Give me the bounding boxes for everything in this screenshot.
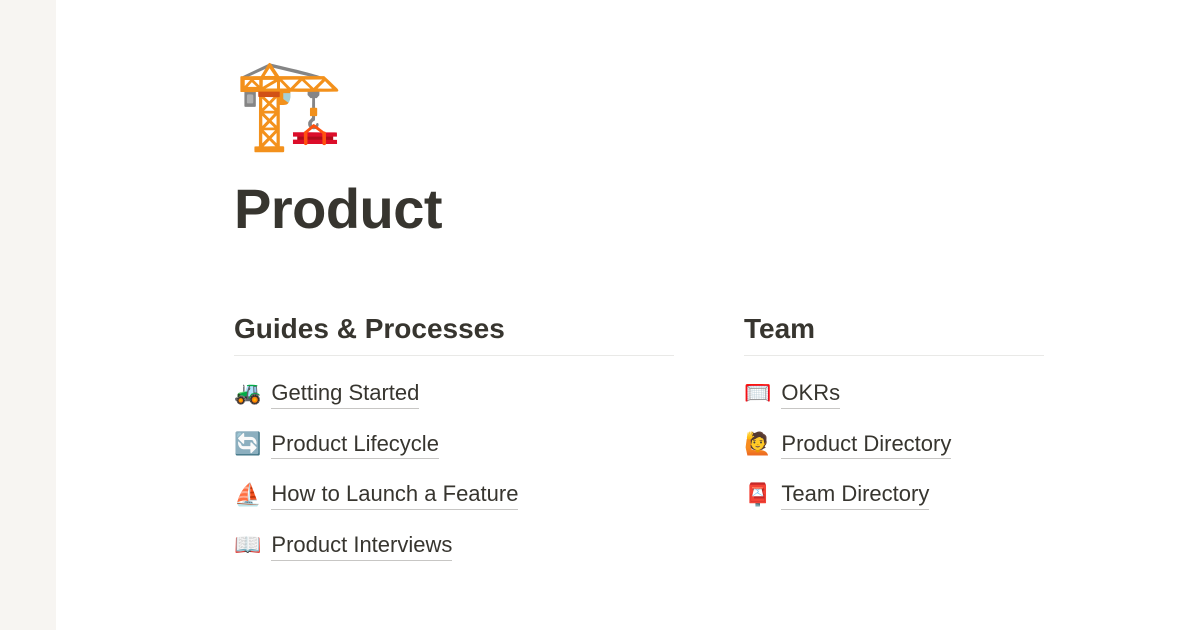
link-label: Getting Started	[271, 378, 419, 409]
book-icon: 📖	[234, 534, 261, 556]
link-okrs[interactable]: 🥅 OKRs	[744, 378, 840, 409]
page-icon[interactable]: 🏗️	[234, 60, 1200, 148]
columns: Guides & Processes 🚜 Getting Started 🔄 P…	[234, 313, 1200, 561]
sidebar-sliver	[0, 0, 56, 630]
link-how-to-launch[interactable]: ⛵ How to Launch a Feature	[234, 479, 518, 510]
link-label: Product Lifecycle	[271, 429, 439, 460]
link-label: Product Interviews	[271, 530, 452, 561]
sailboat-icon: ⛵	[234, 484, 261, 506]
main-content: 🏗️ Product Guides & Processes 🚜 Getting …	[56, 0, 1200, 630]
link-label: OKRs	[781, 378, 840, 409]
column-guides: Guides & Processes 🚜 Getting Started 🔄 P…	[234, 313, 674, 561]
link-product-interviews[interactable]: 📖 Product Interviews	[234, 530, 452, 561]
link-getting-started[interactable]: 🚜 Getting Started	[234, 378, 419, 409]
tractor-icon: 🚜	[234, 382, 261, 404]
goal-net-icon: 🥅	[744, 382, 771, 404]
link-product-directory[interactable]: 🙋 Product Directory	[744, 429, 951, 460]
column-team: Team 🥅 OKRs 🙋 Product Directory 📮 Team D…	[744, 313, 1044, 561]
section-title-guides[interactable]: Guides & Processes	[234, 313, 674, 356]
link-list-guides: 🚜 Getting Started 🔄 Product Lifecycle ⛵ …	[234, 378, 674, 561]
section-title-team[interactable]: Team	[744, 313, 1044, 356]
link-label: How to Launch a Feature	[271, 479, 518, 510]
person-raising-hand-icon: 🙋	[744, 433, 771, 455]
link-product-lifecycle[interactable]: 🔄 Product Lifecycle	[234, 429, 439, 460]
link-label: Team Directory	[781, 479, 929, 510]
link-team-directory[interactable]: 📮 Team Directory	[744, 479, 929, 510]
link-list-team: 🥅 OKRs 🙋 Product Directory 📮 Team Direct…	[744, 378, 1044, 510]
page-title[interactable]: Product	[234, 176, 1200, 241]
link-label: Product Directory	[781, 429, 951, 460]
postbox-icon: 📮	[744, 484, 771, 506]
refresh-icon: 🔄	[234, 433, 261, 455]
